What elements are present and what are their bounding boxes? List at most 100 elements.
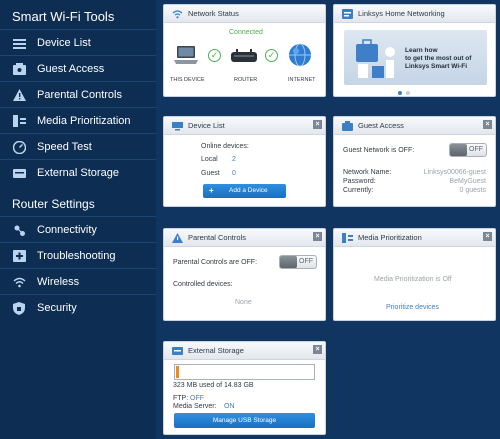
online-devices-label: Online devices: — [201, 143, 249, 150]
card-header: External Storage × — [164, 342, 325, 360]
promo-line: to get the most out of — [405, 55, 472, 62]
promo-line: Linksys Smart Wi-Fi — [405, 63, 468, 70]
card-title: Parental Controls — [188, 233, 246, 242]
password-value: BeMyGuest — [449, 178, 486, 185]
sidebar-item-media-prioritization[interactable]: Media Prioritization — [0, 107, 156, 133]
network-name-value: Linksys00066-guest — [423, 169, 486, 176]
troubleshooting-icon — [12, 249, 26, 263]
check-icon: ✓ — [208, 49, 221, 62]
prioritize-devices-link[interactable]: Prioritize devices — [386, 304, 439, 311]
card-header: Media Prioritization × — [334, 229, 495, 247]
guest-network-toggle[interactable]: OFF — [449, 143, 487, 157]
wireless-icon — [12, 275, 26, 289]
sidebar-item-label: Wireless — [37, 276, 80, 288]
carousel-dot-active[interactable] — [398, 91, 402, 95]
currently-label: Currently: — [343, 187, 374, 194]
media-prioritization-icon — [12, 114, 26, 128]
manage-usb-storage-button[interactable]: Manage USB Storage — [174, 413, 315, 428]
parental-controls-status: Parental Controls are OFF: — [173, 259, 258, 266]
sidebar-item-parental-controls[interactable]: Parental Controls — [0, 81, 156, 107]
router-settings-title: Router Settings — [12, 197, 95, 211]
external-storage-card: External Storage × 323 MB used of 14.83 … — [163, 341, 326, 435]
controlled-devices-label: Controlled devices: — [173, 281, 233, 288]
guest-label: Guest — [201, 170, 220, 177]
card-header: Linksys Home Networking — [334, 5, 495, 23]
close-icon[interactable]: × — [313, 232, 322, 241]
connection-status: Connected — [229, 29, 263, 36]
add-device-label: Add a Device — [229, 187, 268, 194]
promo-line: Learn how — [405, 47, 438, 54]
sidebar-item-external-storage[interactable]: External Storage — [0, 159, 156, 185]
check-icon: ✓ — [265, 49, 278, 62]
router-icon — [231, 49, 257, 62]
close-icon[interactable]: × — [313, 120, 322, 129]
laptop-icon — [174, 46, 198, 64]
parental-controls-icon — [172, 233, 183, 243]
sidebar-item-label: External Storage — [37, 167, 119, 179]
media-prioritization-icon — [342, 233, 353, 243]
network-status-icon — [172, 10, 183, 19]
speed-test-icon — [12, 140, 26, 154]
parental-controls-toggle[interactable]: OFF — [279, 255, 317, 269]
card-title: Linksys Home Networking — [358, 9, 445, 18]
device-list-icon — [172, 122, 183, 131]
sidebar-item-connectivity[interactable]: Connectivity — [0, 216, 156, 242]
media-prioritization-card: Media Prioritization × Media Prioritizat… — [333, 228, 496, 321]
promo-toolkit-icon — [356, 39, 395, 78]
this-device-label: THIS DEVICE — [170, 77, 205, 83]
carousel-dot[interactable] — [406, 91, 410, 95]
close-icon[interactable]: × — [483, 232, 492, 241]
sidebar-item-label: Troubleshooting — [37, 250, 116, 262]
promo-banner[interactable]: Learn how to get the most out of Linksys… — [344, 30, 487, 85]
currently-value: 0 guests — [459, 187, 486, 194]
card-title: Guest Access — [358, 121, 404, 130]
storage-usage-bar — [174, 364, 315, 380]
local-label: Local — [201, 156, 218, 163]
sidebar-item-label: Device List — [37, 37, 91, 49]
toggle-state: OFF — [469, 146, 483, 153]
sidebar-item-label: Speed Test — [37, 141, 92, 153]
sidebar-item-speed-test[interactable]: Speed Test — [0, 133, 156, 159]
close-icon[interactable]: × — [483, 120, 492, 129]
card-header: Guest Access × — [334, 117, 495, 135]
home-networking-card: Linksys Home Networking Learn how to get… — [333, 4, 496, 97]
ftp-label: FTP: — [173, 395, 189, 402]
router-label: ROUTER — [234, 77, 258, 83]
toggle-knob — [450, 144, 467, 156]
sidebar-item-troubleshooting[interactable]: Troubleshooting — [0, 242, 156, 268]
security-icon — [12, 301, 26, 315]
sidebar-item-device-list[interactable]: Device List — [0, 29, 156, 55]
sidebar-item-label: Parental Controls — [37, 89, 122, 101]
parental-controls-card: Parental Controls × Parental Controls ar… — [163, 228, 326, 321]
network-status-card: Network Status Connected ✓ ✓ THIS DEVICE… — [163, 4, 326, 97]
guest-network-status: Guest Network is OFF: — [343, 147, 415, 154]
close-icon[interactable]: × — [313, 345, 322, 354]
sidebar-item-guest-access[interactable]: Guest Access — [0, 55, 156, 81]
ftp-value[interactable]: OFF — [190, 395, 204, 402]
sidebar-item-label: Guest Access — [37, 63, 105, 75]
guest-access-icon — [342, 121, 353, 131]
add-device-button[interactable]: + Add a Device — [203, 184, 286, 198]
manage-usb-storage-label: Manage USB Storage — [212, 417, 277, 424]
card-title: External Storage — [188, 346, 244, 355]
parental-controls-icon — [12, 88, 26, 102]
device-list-icon — [12, 36, 26, 50]
card-title: Media Prioritization — [358, 233, 422, 242]
plus-icon: + — [209, 186, 214, 195]
toggle-state: OFF — [299, 258, 313, 265]
network-name-label: Network Name: — [343, 169, 392, 176]
connectivity-icon — [12, 223, 26, 237]
card-header: Device List × — [164, 117, 325, 135]
storage-usage-fill — [176, 366, 179, 378]
sidebar-item-label: Connectivity — [37, 224, 97, 236]
sidebar-item-security[interactable]: Security — [0, 294, 156, 320]
internet-label: INTERNET — [288, 77, 316, 83]
media-server-value[interactable]: ON — [224, 403, 235, 410]
device-list-card: Device List × Online devices: Local 2 Gu… — [163, 116, 326, 207]
media-prioritization-status: Media Prioritization is Off — [374, 276, 452, 283]
sidebar-item-label: Security — [37, 302, 77, 314]
sidebar-item-wireless[interactable]: Wireless — [0, 268, 156, 294]
toggle-knob — [280, 256, 297, 268]
guest-count[interactable]: 0 — [232, 170, 236, 177]
local-count[interactable]: 2 — [232, 156, 236, 163]
